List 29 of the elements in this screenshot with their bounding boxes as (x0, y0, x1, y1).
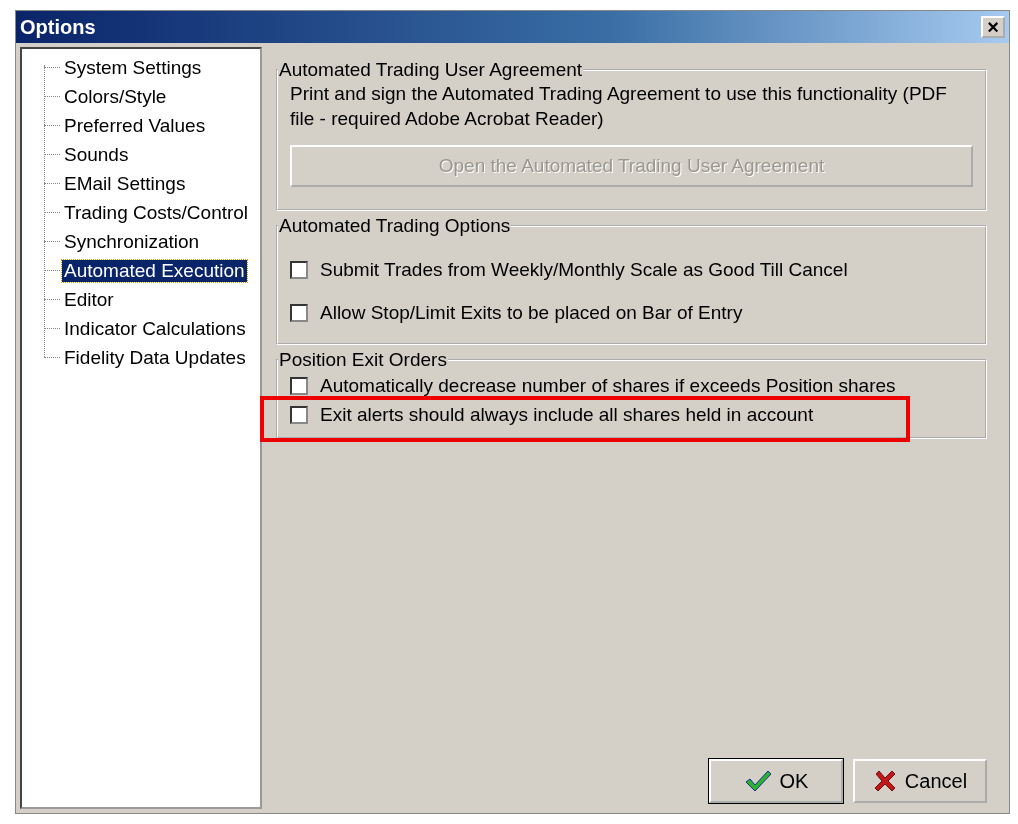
checkbox[interactable] (290, 303, 308, 322)
group-title: Automated Trading Options (278, 215, 512, 237)
checkbox-label[interactable]: Allow Stop/Limit Exits to be placed on Bar of Entry (320, 301, 743, 324)
check-icon (743, 769, 772, 793)
tree-item[interactable]: Sounds (62, 143, 131, 166)
checkbox[interactable] (290, 376, 308, 395)
tree-item[interactable]: Editor (62, 288, 116, 311)
window-title: Options (20, 15, 96, 39)
tree-item[interactable]: Indicator Calculations (62, 317, 248, 340)
ok-button[interactable]: OK (709, 759, 843, 803)
cross-icon (872, 769, 897, 793)
tree-item[interactable]: Fidelity Data Updates (62, 346, 248, 369)
tree-item[interactable]: Synchronization (62, 230, 202, 253)
checkbox-label[interactable]: Automatically decrease number of shares if exceeds Position shares (320, 374, 896, 397)
checkbox-label[interactable]: Exit alerts should always include all shares held in account (320, 403, 814, 426)
group-title: Automated Trading User Agreement (278, 59, 584, 81)
tree-item[interactable]: System Settings (62, 56, 204, 79)
tree-item[interactable]: EMail Settings (62, 172, 188, 195)
tree-item[interactable]: Preferred Values (62, 114, 208, 137)
checkbox[interactable] (290, 260, 308, 279)
tree-item[interactable]: Trading Costs/Control (62, 201, 251, 224)
description-text: Print and sign the Automated Trading Agreement to use this functionality (PDF file - required Adobe Acrobat Reader) (290, 82, 948, 131)
checkbox-label[interactable]: Submit Trades from Weekly/Monthly Scale as Good Till Cancel (320, 258, 848, 281)
tree-item[interactable]: Colors/Style (62, 85, 169, 108)
checkbox[interactable] (290, 405, 308, 424)
group-title: Position Exit Orders (278, 349, 448, 371)
close-button[interactable]: × (981, 16, 1005, 38)
cancel-button[interactable]: Cancel (853, 759, 987, 803)
tree-item[interactable]: Automated Execution (62, 259, 247, 282)
